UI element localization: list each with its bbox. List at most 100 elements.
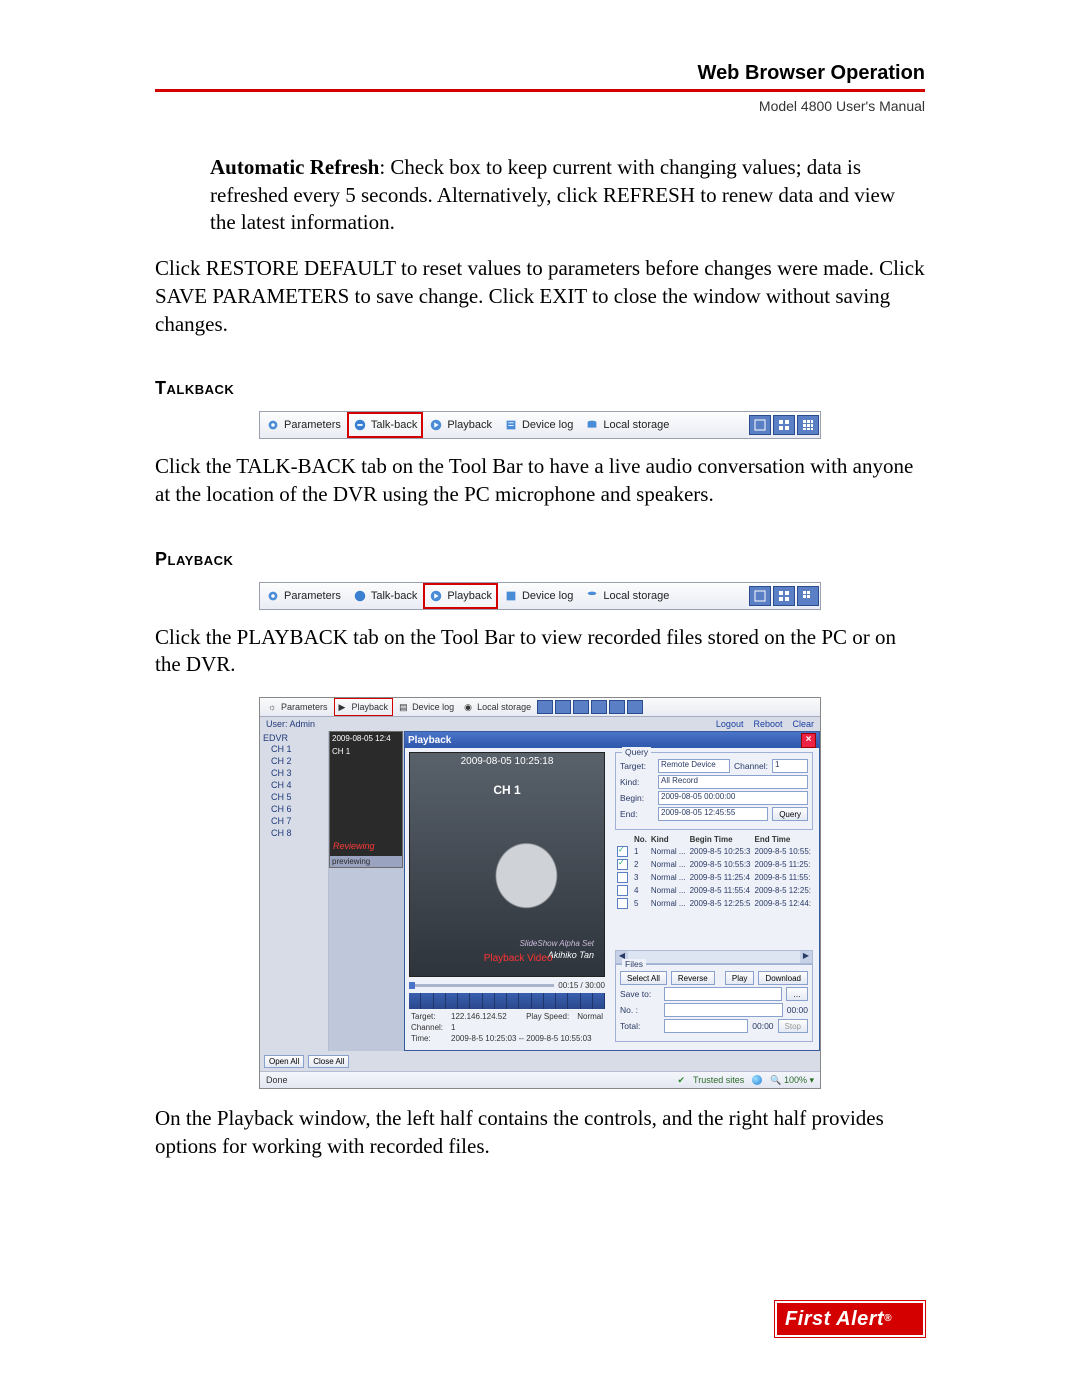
select-all-button[interactable]: Select All bbox=[620, 971, 667, 985]
browse-button[interactable]: … bbox=[786, 987, 808, 1001]
section-talkback: Talkback bbox=[155, 378, 925, 399]
playback-screenshot: ☼Parameters ▶Playback ▤Device log ◉Local… bbox=[259, 697, 821, 1089]
download-button[interactable]: Download bbox=[758, 971, 808, 985]
toolbar-devicelog-item[interactable]: Device log bbox=[498, 412, 579, 438]
toolbar-talkback-label: Talk-back bbox=[371, 419, 417, 431]
close-all-button[interactable]: Close All bbox=[308, 1055, 349, 1068]
para-playback: Click the PLAYBACK tab on the Tool Bar t… bbox=[155, 624, 925, 679]
files-group: Files Select All Reverse Play Download S… bbox=[615, 964, 813, 1042]
toolbar-parameters[interactable]: Parameters bbox=[260, 412, 347, 438]
toolbar-playback-item[interactable]: Playback bbox=[423, 412, 498, 438]
mini-layout-5[interactable] bbox=[609, 700, 625, 714]
talk-icon bbox=[353, 589, 367, 603]
query-group: Query Target:Remote Device Channel:1 Kin… bbox=[615, 752, 813, 830]
kind-select[interactable]: All Record bbox=[658, 775, 808, 789]
tree-channel[interactable]: CH 8 bbox=[271, 827, 325, 839]
tree-channel[interactable]: CH 5 bbox=[271, 791, 325, 803]
playback-window: Playback × 2009-08-05 10:25:18 CH 1 Slid… bbox=[404, 731, 820, 1051]
video-timestamp: 2009-08-05 10:25:18 bbox=[461, 756, 554, 767]
thumb-ch: CH 1 bbox=[330, 745, 402, 758]
toolbar2-devicelog[interactable]: Device log bbox=[498, 583, 579, 609]
tree-channel[interactable]: CH 3 bbox=[271, 767, 325, 779]
thumb-time: 2009-08-05 12:4 bbox=[330, 732, 402, 745]
row-checkbox[interactable] bbox=[617, 898, 628, 909]
channel-tree[interactable]: EDVR CH 1CH 2CH 3CH 4CH 5CH 6CH 7CH 8 bbox=[260, 731, 329, 1051]
begin-input[interactable]: 2009-08-05 00:00:00 bbox=[658, 791, 808, 805]
video-sig1: SlideShow Alpha Set bbox=[520, 939, 594, 948]
query-button[interactable]: Query bbox=[772, 807, 808, 821]
tree-channel[interactable]: CH 4 bbox=[271, 779, 325, 791]
toolbar2-playback[interactable]: Playback bbox=[423, 583, 498, 609]
saveto-input[interactable] bbox=[664, 987, 782, 1001]
close-icon[interactable]: × bbox=[801, 733, 816, 748]
table-row[interactable]: 1Normal ...2009-8-5 10:25:32009-8-5 10:5… bbox=[615, 845, 813, 858]
video-sig2: Akihiko Tan bbox=[548, 950, 594, 960]
total-input[interactable] bbox=[664, 1019, 748, 1033]
channel-select[interactable]: 1 bbox=[772, 759, 808, 773]
pb-footer-left: Open All Close All bbox=[260, 1051, 820, 1071]
table-row[interactable]: 5Normal ...2009-8-5 12:25:52009-8-5 12:4… bbox=[615, 897, 813, 910]
pb-top-toolbar: ☼Parameters ▶Playback ▤Device log ◉Local… bbox=[260, 698, 820, 717]
tree-channel[interactable]: CH 1 bbox=[271, 743, 325, 755]
disk-icon bbox=[585, 418, 599, 432]
video-overlay: Playback Video bbox=[484, 953, 553, 964]
results-table[interactable]: No. Kind Begin Time End Time 1Normal ...… bbox=[615, 834, 813, 910]
header-title: Web Browser Operation bbox=[155, 62, 925, 85]
status-bar: Done ✔ Trusted sites 🔍 100% ▾ bbox=[260, 1071, 820, 1088]
ctrl-btn[interactable] bbox=[409, 993, 421, 1009]
header-subtitle: Model 4800 User's Manual bbox=[155, 98, 925, 114]
row-checkbox[interactable] bbox=[617, 872, 628, 883]
mini-layout-1[interactable] bbox=[537, 700, 553, 714]
layout-9-button[interactable] bbox=[797, 415, 819, 435]
table-row[interactable]: 2Normal ...2009-8-5 10:55:32009-8-5 11:2… bbox=[615, 858, 813, 871]
tree-channel[interactable]: CH 2 bbox=[271, 755, 325, 767]
stop-button[interactable]: Stop bbox=[778, 1019, 808, 1033]
mini-devicelog[interactable]: ▤Device log bbox=[395, 699, 458, 715]
toolbar-localstorage-item[interactable]: Local storage bbox=[579, 412, 675, 438]
seek-time: 00:15 / 30:00 bbox=[558, 981, 605, 990]
row-checkbox[interactable] bbox=[617, 846, 628, 857]
toolbar2-localstorage[interactable]: Local storage bbox=[579, 583, 675, 609]
reverse-button[interactable]: Reverse bbox=[671, 971, 715, 985]
para-restore: Click RESTORE DEFAULT to reset values to… bbox=[155, 255, 925, 338]
para-talkback: Click the TALK-BACK tab on the Tool Bar … bbox=[155, 453, 925, 508]
mini-layout-6[interactable] bbox=[627, 700, 643, 714]
mini-parameters[interactable]: ☼Parameters bbox=[264, 699, 332, 715]
logout-link[interactable]: Logout bbox=[716, 719, 744, 729]
mini-layout-2[interactable] bbox=[555, 700, 571, 714]
video-area[interactable]: 2009-08-05 10:25:18 CH 1 SlideShow Alpha… bbox=[409, 752, 605, 977]
toolbar2-talkback[interactable]: Talk-back bbox=[347, 583, 423, 609]
header-rule bbox=[155, 89, 925, 92]
tree-channel[interactable]: CH 6 bbox=[271, 803, 325, 815]
mini-layout-3[interactable] bbox=[573, 700, 589, 714]
mini-layout-4[interactable] bbox=[591, 700, 607, 714]
zoom-level[interactable]: 🔍 100% ▾ bbox=[770, 1075, 814, 1086]
end-input[interactable]: 2009-08-05 12:45:55 bbox=[658, 807, 768, 821]
auto-refresh-label: Automatic Refresh bbox=[210, 155, 379, 179]
row-checkbox[interactable] bbox=[617, 859, 628, 870]
toolbar-talkback-item[interactable]: Talk-back bbox=[347, 412, 423, 438]
table-row[interactable]: 3Normal ...2009-8-5 11:25:42009-8-5 11:5… bbox=[615, 871, 813, 884]
mini-playback[interactable]: ▶Playback bbox=[334, 698, 394, 716]
toolbar2-parameters[interactable]: Parameters bbox=[260, 583, 347, 609]
reboot-link[interactable]: Reboot bbox=[753, 719, 782, 729]
no-input[interactable] bbox=[664, 1003, 783, 1017]
layout-9-button[interactable] bbox=[797, 586, 819, 606]
clear-link[interactable]: Clear bbox=[792, 719, 814, 729]
layout-1-button[interactable] bbox=[749, 586, 771, 606]
play-button[interactable]: Play bbox=[725, 971, 755, 985]
tree-channel[interactable]: CH 7 bbox=[271, 815, 325, 827]
preview-thumb[interactable]: 2009-08-05 12:4 CH 1 Reviewing previewin… bbox=[329, 731, 403, 868]
table-row[interactable]: 4Normal ...2009-8-5 11:55:42009-8-5 12:2… bbox=[615, 884, 813, 897]
seek-track[interactable] bbox=[409, 984, 554, 987]
target-select[interactable]: Remote Device bbox=[658, 759, 730, 773]
row-checkbox[interactable] bbox=[617, 885, 628, 896]
layout-1-button[interactable] bbox=[749, 415, 771, 435]
mini-localstorage[interactable]: ◉Local storage bbox=[460, 699, 535, 715]
layout-4-button[interactable] bbox=[773, 415, 795, 435]
layout-4-button[interactable] bbox=[773, 586, 795, 606]
transport-controls[interactable] bbox=[409, 993, 605, 1009]
seek-bar[interactable]: 00:15 / 30:00 bbox=[409, 980, 605, 990]
open-all-button[interactable]: Open All bbox=[264, 1055, 304, 1068]
tree-root[interactable]: EDVR bbox=[263, 733, 325, 743]
